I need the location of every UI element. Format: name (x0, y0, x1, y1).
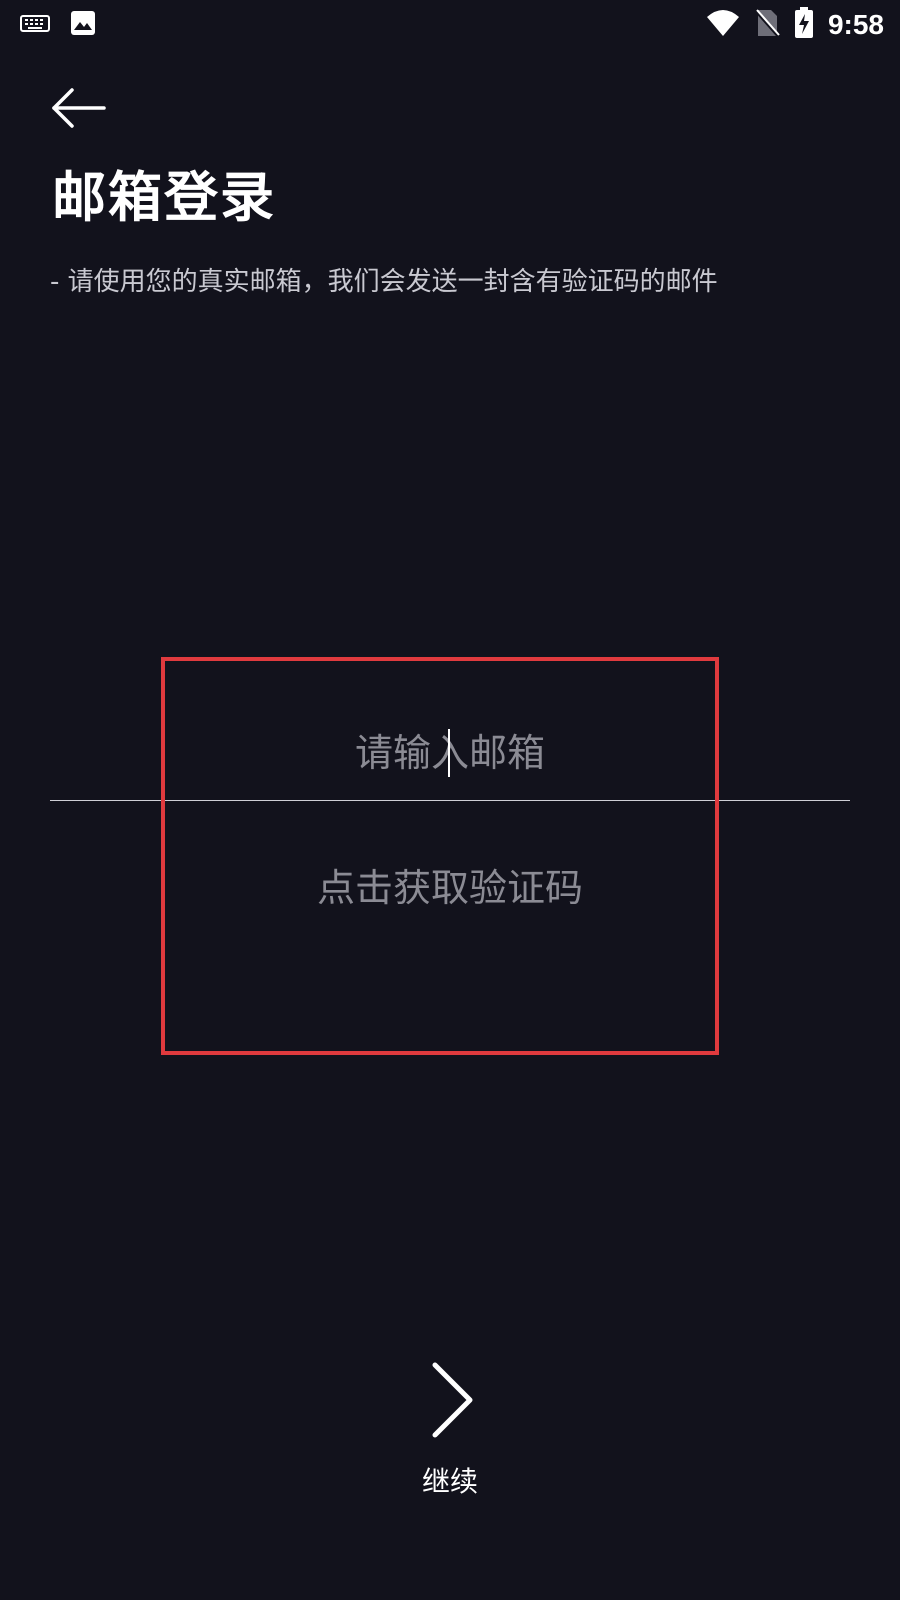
page-subtitle: - 请使用您的真实邮箱，我们会发送一封含有验证码的邮件 (50, 267, 718, 297)
email-input[interactable] (50, 710, 850, 796)
status-bar: 9:58 (0, 0, 900, 50)
no-sim-icon (754, 8, 780, 42)
image-icon (70, 10, 96, 40)
status-bar-left (20, 10, 96, 40)
wifi-icon (706, 9, 740, 41)
get-verification-code-button[interactable]: 点击获取验证码 (50, 858, 850, 918)
continue-button[interactable] (400, 1355, 500, 1445)
back-button[interactable] (46, 80, 110, 136)
battery-charging-icon (794, 7, 814, 43)
chevron-right-icon (400, 1362, 500, 1449)
input-divider (50, 800, 850, 801)
continue-label[interactable]: 继续 (350, 1462, 550, 1502)
keyboard-icon (20, 13, 50, 37)
page-title: 邮箱登录 (52, 166, 276, 229)
status-bar-time: 9:58 (827, 9, 884, 40)
status-bar-right: 9:58 (706, 6, 884, 44)
text-cursor (448, 729, 450, 777)
arrow-left-icon (46, 88, 110, 140)
